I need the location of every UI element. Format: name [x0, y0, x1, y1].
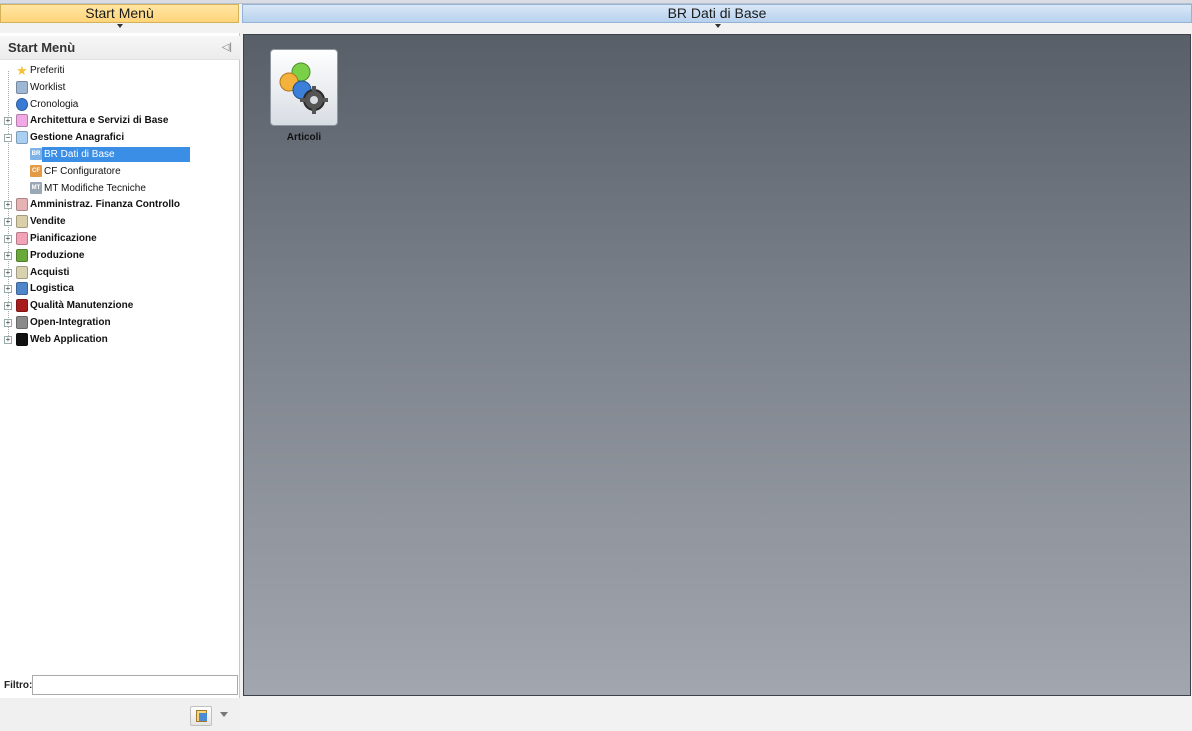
- tile-articoli[interactable]: [270, 49, 338, 126]
- expand-icon[interactable]: +: [4, 285, 12, 294]
- tree-item[interactable]: + Pianificazione: [0, 231, 240, 248]
- module-dropdown-icon[interactable]: [715, 24, 721, 28]
- tree-item[interactable]: + Qualità Manutenzione: [0, 298, 240, 315]
- folder-icon: [16, 131, 28, 145]
- main-workspace: Articoli: [243, 34, 1191, 696]
- folder-icon: [16, 248, 28, 262]
- folder-icon: [16, 265, 28, 279]
- tree-item-label: CF Configuratore: [44, 165, 121, 177]
- tree-item[interactable]: + Acquisti: [0, 265, 240, 282]
- tree-item[interactable]: ★ Preferiti: [0, 63, 240, 80]
- articles-icon: [279, 62, 328, 114]
- folder-icon: [16, 282, 28, 296]
- tree-item[interactable]: BR BR Dati di Base: [0, 146, 240, 164]
- tree-item-label: MT Modifiche Tecniche: [44, 182, 146, 194]
- tree-item[interactable]: + Produzione: [0, 248, 240, 265]
- expand-icon[interactable]: +: [4, 117, 12, 126]
- menu-tree: ★ Preferiti Worklist Cronologia + Architettur…: [0, 63, 240, 349]
- filter-row: Filtro:: [0, 674, 240, 697]
- tree-item-label: Worklist: [30, 81, 66, 93]
- tree-item-label: Cronologia: [30, 98, 79, 110]
- open-menu-button[interactable]: [190, 706, 212, 726]
- sidebar-title-bar: Start Menù ◁|: [0, 36, 240, 60]
- tree-item-label: Pianificazione: [30, 232, 97, 244]
- options-dropdown-icon[interactable]: [220, 712, 228, 717]
- sidebar-bottom-bar: [0, 698, 240, 731]
- expand-icon[interactable]: +: [4, 318, 12, 327]
- tree-item-label: Preferiti: [30, 65, 65, 76]
- cf-module-icon: CF: [30, 164, 42, 177]
- tree-item-label: Logistica: [30, 283, 74, 295]
- folder-icon: [16, 231, 28, 245]
- tree-item[interactable]: MT MT Modifiche Tecniche: [0, 181, 240, 198]
- folder-icon: [16, 299, 28, 313]
- folder-icon: [16, 114, 28, 128]
- expand-icon[interactable]: +: [4, 251, 12, 260]
- tree-item[interactable]: + Logistica: [0, 281, 240, 298]
- tree-item[interactable]: − Gestione Anagrafici: [0, 130, 240, 147]
- collapse-sidebar-icon[interactable]: ◁|: [222, 42, 232, 53]
- document-icon: [199, 713, 207, 721]
- sidebar: Start Menù ◁| ★ Preferiti Worklist Cronolog…: [0, 33, 240, 731]
- history-icon: [16, 97, 28, 111]
- folder-icon: [16, 332, 28, 346]
- tree-item[interactable]: + Web Application: [0, 332, 240, 349]
- folder-icon: [16, 198, 28, 212]
- expand-icon[interactable]: +: [4, 201, 12, 210]
- tree-item[interactable]: + Open-Integration: [0, 315, 240, 332]
- tree-item-label: Produzione: [30, 249, 85, 261]
- expand-icon[interactable]: +: [4, 234, 12, 243]
- tree-item-label: Amministraz. Finanza Controllo: [30, 199, 181, 211]
- worklist-icon: [16, 80, 28, 94]
- tree-item-label: Open-Integration: [30, 316, 111, 328]
- tile-label-articoli[interactable]: Articoli: [262, 132, 346, 143]
- tree-item[interactable]: + Amministraz. Finanza Controllo: [0, 197, 240, 214]
- br-module-icon: BR: [30, 147, 42, 160]
- folder-icon: [16, 315, 28, 329]
- sidebar-title: Start Menù: [8, 40, 76, 55]
- collapse-icon[interactable]: −: [4, 134, 12, 143]
- tree-item[interactable]: Worklist: [0, 80, 240, 97]
- tree-item-label: Acquisti: [30, 266, 70, 278]
- tree-item[interactable]: CF CF Configuratore: [0, 164, 240, 181]
- mt-module-icon: MT: [30, 181, 42, 194]
- tree-item-label: Gestione Anagrafici: [30, 132, 125, 144]
- tree-item-label: BR Dati di Base: [44, 148, 115, 160]
- star-icon: ★: [16, 63, 28, 78]
- tree-item[interactable]: + Architettura e Servizi di Base: [0, 113, 240, 130]
- tree-item[interactable]: Cronologia: [0, 97, 240, 114]
- expand-icon[interactable]: +: [4, 218, 12, 227]
- expand-icon[interactable]: +: [4, 335, 12, 344]
- tree-item-label: Web Application: [30, 333, 108, 345]
- expand-icon[interactable]: +: [4, 302, 12, 311]
- start-menu-header[interactable]: Start Menù: [0, 4, 239, 23]
- expand-icon[interactable]: +: [4, 268, 12, 277]
- filter-label: Filtro:: [4, 680, 33, 691]
- tree-item[interactable]: + Vendite: [0, 214, 240, 231]
- tree-item-label: Qualità Manutenzione: [30, 300, 134, 312]
- filter-input[interactable]: [32, 675, 238, 695]
- tree-item-label: Vendite: [30, 216, 66, 228]
- folder-icon: [16, 215, 28, 229]
- start-menu-dropdown-icon[interactable]: [117, 24, 123, 28]
- module-header[interactable]: BR Dati di Base: [242, 4, 1192, 23]
- tree-item-label: Architettura e Servizi di Base: [30, 115, 169, 127]
